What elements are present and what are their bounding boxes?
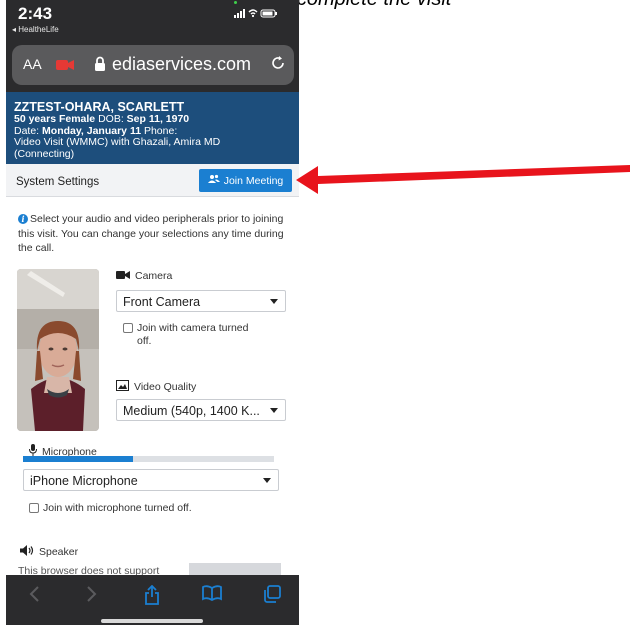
connection-status: (Connecting) (14, 147, 75, 160)
video-quality-selected-value: Medium (540p, 1400 K... (123, 404, 260, 418)
chevron-down-icon (263, 478, 271, 483)
home-indicator (101, 619, 203, 623)
join-microphone-off-label: Join with microphone turned off. (43, 502, 192, 514)
patient-name: ZZTEST-OHARA, SCARLETT (14, 100, 185, 114)
tabs-icon[interactable] (263, 585, 281, 608)
system-settings-header: System Settings Join Meeting (6, 164, 299, 197)
visit-description: Video Visit (WMMC) with Ghazali, Amira M… (14, 136, 221, 148)
video-quality-label: Video Quality (134, 381, 197, 393)
camera-preview-image (17, 269, 99, 431)
phone-screen: 2:43 ◂ HealtheLife AA ediaservices.com Z… (6, 0, 299, 625)
system-settings-title: System Settings (16, 176, 100, 188)
intro-text: i Select your audio and video peripherals… (18, 212, 290, 256)
back-to-app-link[interactable]: ◂ HealtheLife (12, 25, 59, 34)
url-field[interactable]: AA ediaservices.com (12, 45, 294, 85)
join-camera-off-option[interactable]: Join with camera turned off. (123, 322, 283, 348)
visit-date: Monday, January 11 (42, 124, 142, 137)
join-meeting-button[interactable]: Join Meeting (199, 169, 292, 192)
microphone-level-meter (23, 456, 274, 462)
reload-icon[interactable] (270, 55, 286, 76)
join-camera-off-label-line2: off. (137, 334, 152, 347)
join-camera-off-checkbox[interactable] (123, 323, 133, 333)
video-quality-label-row: Video Quality (116, 380, 196, 394)
video-camera-icon (116, 270, 130, 283)
info-icon: i (18, 214, 28, 224)
date-label: Date: (14, 124, 40, 137)
microphone-selected-value: iPhone Microphone (30, 474, 138, 488)
microphone-select[interactable]: iPhone Microphone (23, 469, 279, 491)
speaker-label-row: Speaker (20, 545, 78, 559)
join-meeting-label: Join Meeting (223, 175, 284, 187)
camera-label: Camera (135, 270, 173, 282)
camera-selected-value: Front Camera (123, 295, 201, 309)
signal-wifi-battery-icon (234, 7, 278, 22)
patient-age-sex: 50 years Female (14, 113, 96, 125)
dob-label: DOB: (98, 113, 124, 125)
patient-dob: Sep 11, 1970 (126, 113, 190, 125)
status-bar: 2:43 ◂ HealtheLife (6, 0, 299, 40)
chevron-down-icon (270, 299, 278, 304)
camera-label-row: Camera (116, 270, 172, 283)
url-text: ediaservices.com (112, 54, 252, 74)
join-microphone-off-option[interactable]: Join with microphone turned off. (29, 502, 269, 516)
speaker-icon (20, 545, 34, 559)
camera-preview (17, 269, 99, 431)
patient-banner: ZZTEST-OHARA, SCARLETT 50 years Female D… (6, 92, 299, 164)
speaker-select-disabled (189, 563, 281, 575)
annotation-arrow (296, 165, 630, 194)
phone-label: Phone: (143, 124, 178, 137)
browser-address-bar: AA ediaservices.com (6, 40, 299, 92)
camera-select[interactable]: Front Camera (116, 290, 286, 312)
intro-message: Select your audio and video peripherals … (18, 213, 284, 254)
settings-content: i Select your audio and video peripherals… (6, 197, 299, 577)
join-camera-off-label: Join with camera turned off. (137, 322, 248, 347)
join-camera-off-label-line1: Join with camera turned (137, 322, 249, 334)
bookmarks-icon[interactable] (202, 585, 222, 606)
chevron-down-icon (270, 408, 278, 413)
lock-icon (94, 56, 106, 72)
text-size-button[interactable]: AA (23, 56, 42, 72)
camera-recording-icon[interactable] (56, 58, 74, 70)
browser-toolbar (6, 575, 299, 625)
microphone-level-fill (23, 456, 134, 462)
users-icon (207, 174, 220, 187)
video-quality-select[interactable]: Medium (540p, 1400 K... (116, 399, 286, 421)
status-time: 2:43 (18, 4, 53, 23)
image-icon (116, 380, 129, 394)
share-icon[interactable] (144, 584, 160, 610)
back-icon[interactable] (28, 585, 40, 608)
join-microphone-off-checkbox[interactable] (29, 503, 39, 513)
speaker-label: Speaker (39, 546, 79, 558)
camera-in-use-indicator (234, 1, 237, 4)
forward-icon[interactable] (86, 585, 98, 608)
